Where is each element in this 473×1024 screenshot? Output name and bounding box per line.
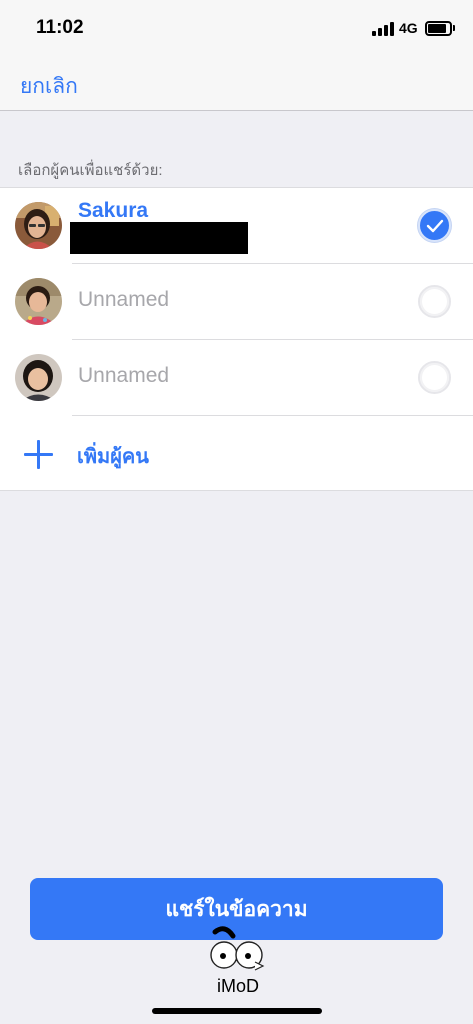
person-name: Sakura (78, 199, 149, 222)
battery-cap (453, 25, 455, 31)
person-row-sakura[interactable]: Sakura (0, 188, 473, 264)
add-people-label: เพิ่มผู้คน (77, 446, 149, 468)
unselected-circle-icon[interactable] (418, 285, 451, 318)
watermark-logo: iMoD (203, 922, 273, 1000)
status-bar: 11:02 4G (0, 0, 473, 56)
person-row-unnamed[interactable]: Unnamed (0, 340, 473, 416)
add-people-row[interactable]: เพิ่มผู้คน (0, 416, 473, 490)
avatar (15, 354, 62, 401)
redacted-detail (70, 222, 248, 254)
avatar (15, 202, 62, 249)
watermark-text: iMoD (216, 976, 259, 996)
unselected-circle-icon[interactable] (418, 361, 451, 394)
people-list: Sakura Unnamed Unnamed เพิ่มผู้คน (0, 187, 473, 491)
cellular-signal-icon (372, 22, 394, 36)
person-name: Unnamed (78, 364, 170, 387)
avatar (15, 278, 62, 325)
person-name: Unnamed (78, 288, 170, 311)
network-type: 4G (399, 20, 418, 36)
share-people-screen: 11:02 4G ยกเลิก เลือกผู้คนเพื่อแชร์ด้วย: (0, 0, 473, 1024)
section-header: เลือกผู้คนเพื่อแชร์ด้วย: (18, 162, 163, 179)
plus-icon (24, 440, 53, 469)
selected-checkmark-icon[interactable] (418, 209, 451, 242)
home-indicator[interactable] (152, 1008, 322, 1014)
status-time: 11:02 (36, 17, 84, 38)
person-row-unnamed[interactable]: Unnamed (0, 264, 473, 340)
battery-icon (425, 21, 452, 36)
cancel-button[interactable]: ยกเลิก (20, 70, 78, 103)
navigation-bar: ยกเลิก (0, 56, 473, 111)
